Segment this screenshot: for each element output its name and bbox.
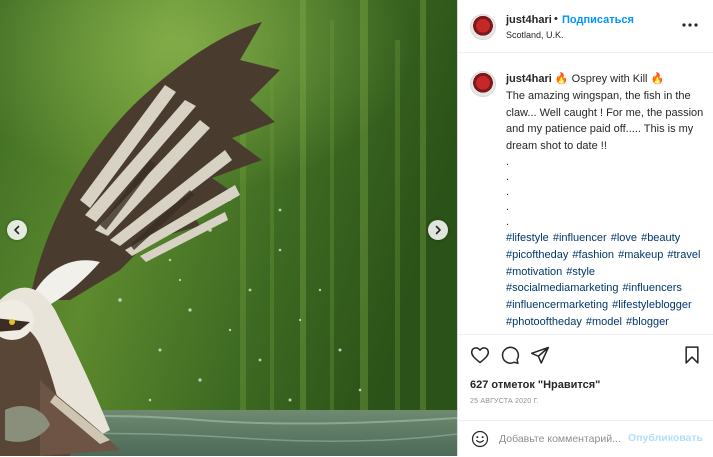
more-options-icon [682,23,698,27]
previous-photo-button[interactable] [7,220,27,240]
header-separator: • [554,13,558,25]
heart-icon[interactable] [470,345,490,365]
post-caption: just4hari 🔥 Osprey with Kill 🔥 The amazi… [506,71,706,330]
bookmark-icon[interactable] [682,345,702,365]
caption-username[interactable]: just4hari [506,73,552,85]
caption-area: just4hari 🔥 Osprey with Kill 🔥 The amazi… [458,54,713,330]
post-actions: 627 отметок "Нравится" 25 АВГУСТА 2020 Г… [458,334,713,456]
next-photo-button[interactable] [428,220,448,240]
caption-dot: . [506,170,510,183]
chevron-left-icon [14,225,20,235]
like-count[interactable]: 627 отметок "Нравится" [470,379,600,391]
caption-dot: . [506,185,510,198]
caption-dot: . [506,215,510,228]
caption-hashtags[interactable]: #lifestyle #influencer #love #beauty #pi… [506,232,700,330]
author-avatar[interactable] [470,14,496,40]
follow-button[interactable]: Подписаться [562,14,634,26]
author-username[interactable]: just4hari [506,14,552,26]
paper-plane-icon[interactable] [530,345,550,365]
caption-dot: . [506,155,510,168]
chevron-right-icon [435,225,441,235]
comment-input[interactable] [499,431,625,447]
caption-text: The amazing wingspan, the fish in the cl… [506,89,704,153]
post-photo[interactable] [0,0,457,456]
post-sidebar: just4hari • Подписаться Scotland, U.K. j… [457,0,713,456]
comment-bubble-icon[interactable] [500,345,520,365]
smiley-icon[interactable] [471,430,489,448]
publish-button[interactable]: Опубликовать [628,432,703,444]
post-date[interactable]: 25 АВГУСТА 2020 Г. [470,398,539,405]
more-options-button[interactable] [682,15,698,35]
osprey-photo [0,0,457,456]
caption-title: 🔥 Osprey with Kill 🔥 [551,73,665,85]
post-location[interactable]: Scotland, U.K. [506,30,564,40]
caption-dot: . [506,200,510,213]
add-comment-bar: Опубликовать [458,420,713,457]
instagram-post: just4hari • Подписаться Scotland, U.K. j… [0,0,713,456]
caption-avatar[interactable] [470,71,496,97]
post-header: just4hari • Подписаться Scotland, U.K. [458,0,713,53]
